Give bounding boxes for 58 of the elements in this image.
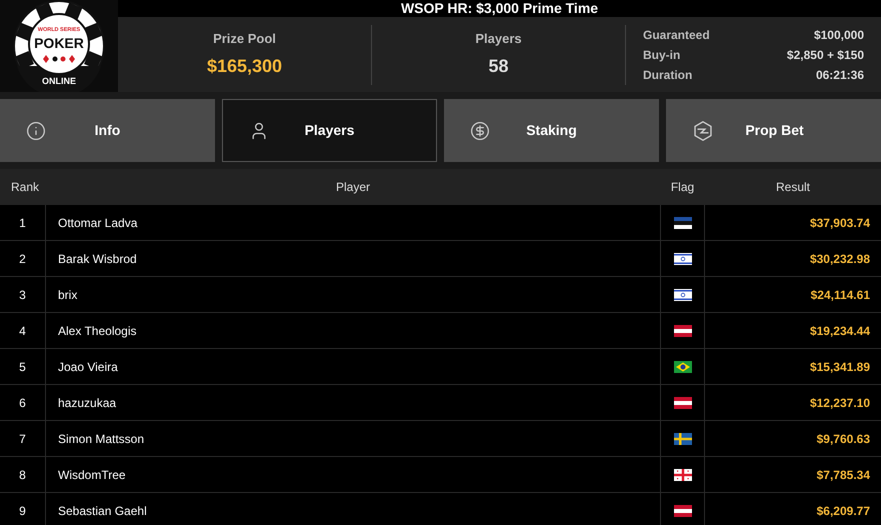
- flag-icon: [674, 324, 692, 336]
- flag-icon: [674, 504, 692, 516]
- flag-icon: [674, 252, 692, 264]
- dollar-coin-icon: [470, 120, 490, 140]
- detail-label: Buy-in: [643, 46, 680, 64]
- stat-value: $165,300: [206, 54, 282, 78]
- rank-cell: 3: [0, 277, 46, 312]
- tournament-title: WSOP HR: $3,000 Prime Time: [400, 0, 598, 16]
- detail-value: $2,850 + $150: [786, 46, 864, 64]
- rank-cell: 6: [0, 385, 46, 420]
- player-cell-text: hazuzukaa: [57, 394, 118, 412]
- stat-label: Prize Pool: [213, 30, 276, 48]
- detail-value: 06:21:36: [816, 66, 864, 84]
- stat-value: 58: [488, 54, 509, 78]
- info-icon: [26, 120, 46, 140]
- player-cell-text: Sebastian Gaehl: [57, 502, 148, 520]
- tab[interactable]: Players: [222, 99, 437, 162]
- rank-cell: 9: [0, 493, 46, 525]
- detail-label: Guaranteed: [643, 26, 710, 44]
- rank-cell: 1: [0, 205, 46, 240]
- flag-icon: [674, 216, 692, 228]
- rank-cell: 5: [0, 349, 46, 384]
- rank-cell: 7: [0, 421, 46, 456]
- tab[interactable]: Staking: [444, 99, 659, 162]
- result-cell-text: $37,903.74: [808, 214, 871, 232]
- column-header: Flag: [670, 179, 696, 196]
- detail-label: Duration: [643, 66, 692, 84]
- player-cell-text: Joao Vieira: [57, 358, 119, 376]
- player-cell-text: Barak Wisbrod: [57, 250, 138, 268]
- result-cell-text: $12,237.10: [808, 394, 871, 412]
- result-cell-text: $6,209.77: [816, 502, 871, 520]
- result-cell-text: $7,785.34: [816, 466, 871, 484]
- player-cell-text: brix: [57, 286, 78, 304]
- tab[interactable]: Prop Bet: [666, 99, 881, 162]
- tab[interactable]: Info: [0, 99, 215, 162]
- column-header: Player: [334, 179, 371, 196]
- result-cell-text: $24,114.61: [810, 286, 871, 304]
- player-cell-text: Simon Mattsson: [57, 430, 146, 448]
- stat-label: Players: [475, 30, 522, 48]
- player-cell-text: WisdomTree: [57, 466, 127, 484]
- result-cell-text: $15,341.89: [808, 358, 871, 376]
- column-header: Result: [774, 179, 811, 196]
- flag-icon: [674, 360, 692, 372]
- player-cell-text: Ottomar Ladva: [57, 214, 138, 232]
- result-cell-text: $19,234.44: [808, 322, 871, 340]
- rank-cell: 4: [0, 313, 46, 348]
- result-cell-text: $9,760.63: [816, 430, 871, 448]
- detail-value: $100,000: [814, 26, 864, 44]
- rank-cell: 2: [0, 241, 46, 276]
- result-cell-text: $30,232.98: [808, 250, 871, 268]
- player-cell-text: Alex Theologis: [57, 322, 138, 340]
- column-header: Rank: [10, 179, 40, 196]
- flag-icon: [674, 432, 692, 444]
- flag-icon: [674, 468, 692, 480]
- rank-cell: 8: [0, 457, 46, 492]
- flag-icon: [674, 288, 692, 300]
- flag-icon: [674, 396, 692, 408]
- hexagon-bolt-icon: [692, 120, 714, 142]
